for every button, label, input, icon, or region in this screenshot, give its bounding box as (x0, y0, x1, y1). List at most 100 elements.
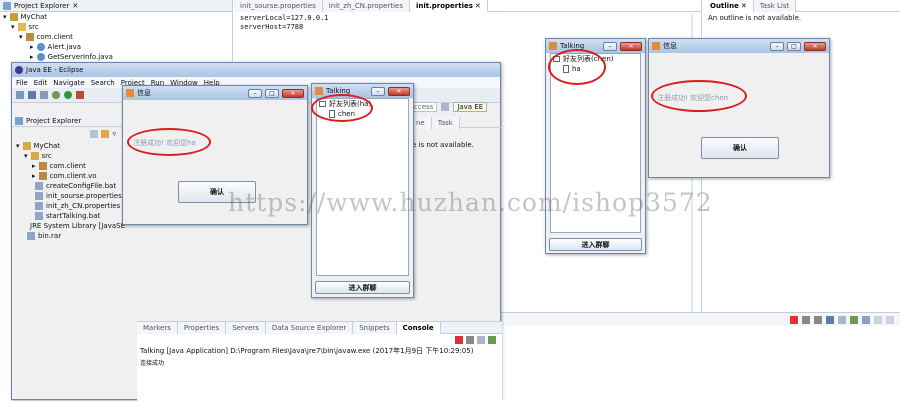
external-tools-icon[interactable] (76, 91, 84, 99)
project-tree-item[interactable]: ▸ com.client.vo (12, 171, 124, 181)
collapse-all-icon[interactable] (90, 130, 99, 138)
console-output[interactable]: 连接成功 (137, 357, 502, 368)
confirm-button[interactable]: 确认 (701, 137, 779, 159)
close-icon[interactable]: ✕ (741, 2, 747, 10)
terminate-icon[interactable] (790, 315, 798, 324)
minimize-icon[interactable] (874, 315, 882, 324)
close-button[interactable]: ✕ (388, 86, 410, 96)
enter-group-chat-button[interactable]: 进入群聊 (315, 281, 410, 294)
menu-search[interactable]: Search (91, 79, 115, 87)
editor-tab-init[interactable]: init.properties ✕ (409, 0, 488, 12)
tab-label: Console (402, 324, 434, 332)
tab-markers[interactable]: Markers (137, 322, 178, 334)
eclipse-outline-message: e is not available. (412, 141, 474, 149)
project-explorer: Project Explorer ▿ ▾ MyChat ▾ src ▸ com.clien… (12, 115, 125, 315)
minimize-button[interactable]: – (603, 41, 617, 51)
perspective-java-ee[interactable]: Java EE (453, 101, 488, 112)
back-project-explorer-title: Project Explorer (14, 1, 70, 10)
save-icon[interactable] (826, 315, 834, 324)
minimize-button[interactable]: – (770, 41, 784, 51)
maximize-button[interactable]: □ (265, 88, 279, 98)
save-icon[interactable] (28, 91, 36, 99)
editor-tab-init-sourse[interactable]: init_sourse.properties (234, 0, 323, 12)
tree-item-label: GetServerInfo.java (47, 53, 113, 61)
info-dialog-title: 信息 (137, 89, 151, 97)
project-tree-item[interactable]: startTalking.bat (12, 211, 124, 221)
maximize-icon[interactable] (886, 315, 894, 324)
info-dialog-title: 信息 (663, 42, 677, 50)
project-tree-item[interactable]: bin.rar (12, 231, 124, 241)
project-tree-item-label: com.client (49, 162, 86, 170)
scroll-lock-icon[interactable] (838, 315, 846, 324)
minimize-button[interactable]: – (248, 88, 262, 98)
expand-icon[interactable]: ▾ (19, 33, 23, 41)
menu-file[interactable]: File (16, 79, 28, 87)
tab-console[interactable]: Console (396, 322, 441, 334)
menu-navigate[interactable]: Navigate (53, 79, 84, 87)
project-tree-item[interactable]: init_sourse.properties (12, 191, 124, 201)
expand-icon[interactable]: ▸ (32, 162, 36, 170)
tab-properties[interactable]: Properties (177, 322, 227, 334)
display-console-icon[interactable] (862, 315, 870, 324)
project-tree-item[interactable]: createConfigFile.bat (12, 181, 124, 191)
minimize-button[interactable]: – (371, 86, 385, 96)
debug-icon[interactable] (52, 91, 60, 99)
eclipse-title-bar[interactable]: Java EE - Eclipse (12, 63, 500, 77)
project-tree-item-label: com.client.vo (49, 172, 97, 180)
expand-icon[interactable]: ▸ (30, 53, 34, 61)
project-tree-item[interactable]: ▾ src (12, 151, 124, 161)
tab-snippets[interactable]: Snippets (353, 322, 397, 334)
tab-task-list[interactable]: Task List (753, 0, 797, 12)
close-button[interactable]: ✕ (620, 41, 642, 51)
expand-icon[interactable]: ▾ (3, 13, 7, 21)
view-menu-icon[interactable]: ▿ (112, 130, 116, 138)
link-editor-icon[interactable] (101, 130, 110, 138)
project-tree-item-label: src (41, 152, 52, 160)
tree-item-label: com.client (36, 33, 73, 41)
project-tree-item[interactable]: ▾ MyChat (12, 141, 124, 151)
tree-item-src[interactable]: ▾ src (0, 22, 232, 32)
eclipse-right-tabs: ne Task (410, 117, 502, 129)
close-icon[interactable]: ✕ (475, 2, 481, 10)
enter-group-chat-button[interactable]: 进入群聊 (549, 238, 642, 251)
project-tree-item[interactable]: init_zh_CN.properties (12, 201, 124, 211)
pin-icon[interactable] (488, 335, 496, 344)
menu-edit[interactable]: Edit (34, 79, 48, 87)
tab-outline[interactable]: Outline ✕ (704, 0, 754, 12)
tree-item-alert[interactable]: ▸ Alert.java (0, 42, 232, 52)
tab-label: Task (437, 119, 453, 127)
quick-access-field[interactable]: ccess (410, 101, 438, 112)
tree-item-getserverinfo[interactable]: ▸ GetServerInfo.java (0, 52, 232, 62)
remove-icon[interactable] (466, 335, 474, 344)
info-dialog-title-bar[interactable]: 信息 – □ ✕ (649, 39, 829, 53)
project-tree-item[interactable]: ▸ com.client (12, 161, 124, 171)
new-icon[interactable] (16, 91, 24, 99)
highlight-ellipse-welcome-ha (127, 128, 211, 156)
clear-console-icon[interactable] (477, 335, 485, 344)
terminate-icon[interactable] (455, 335, 463, 344)
expand-icon[interactable]: ▾ (11, 23, 15, 31)
tab-servers[interactable]: Servers (226, 322, 266, 334)
close-button[interactable]: ✕ (804, 41, 826, 51)
project-tree-item[interactable]: JRE System Library [JavaSE (12, 221, 125, 231)
maximize-button[interactable]: □ (787, 41, 801, 51)
close-icon[interactable]: ✕ (72, 2, 80, 10)
info-dialog-title-bar[interactable]: 信息 – □ ✕ (123, 86, 307, 100)
close-button[interactable]: ✕ (282, 88, 304, 98)
remove-all-icon[interactable] (814, 315, 822, 324)
remove-icon[interactable] (802, 315, 810, 324)
expand-icon[interactable]: ▸ (32, 172, 36, 180)
expand-icon[interactable]: ▾ (16, 142, 20, 150)
expand-icon[interactable]: ▾ (24, 152, 28, 160)
tab-data-source-explorer[interactable]: Data Source Explorer (265, 322, 354, 334)
tab-task-partial[interactable]: Task (431, 117, 460, 129)
expand-icon[interactable]: ▸ (30, 43, 34, 51)
editor-tab-init-zh-cn[interactable]: init_zh_CN.properties (322, 0, 410, 12)
editor-text[interactable]: serverLocal=127.0.0.1 serverHost=7788 (234, 12, 701, 34)
run-icon[interactable] (64, 91, 72, 99)
pin-icon[interactable] (850, 315, 858, 324)
print-icon[interactable] (40, 91, 48, 99)
tree-item-project[interactable]: ▾ MyChat (0, 12, 232, 22)
open-perspective-icon[interactable] (441, 102, 450, 111)
tree-item-package[interactable]: ▾ com.client (0, 32, 232, 42)
